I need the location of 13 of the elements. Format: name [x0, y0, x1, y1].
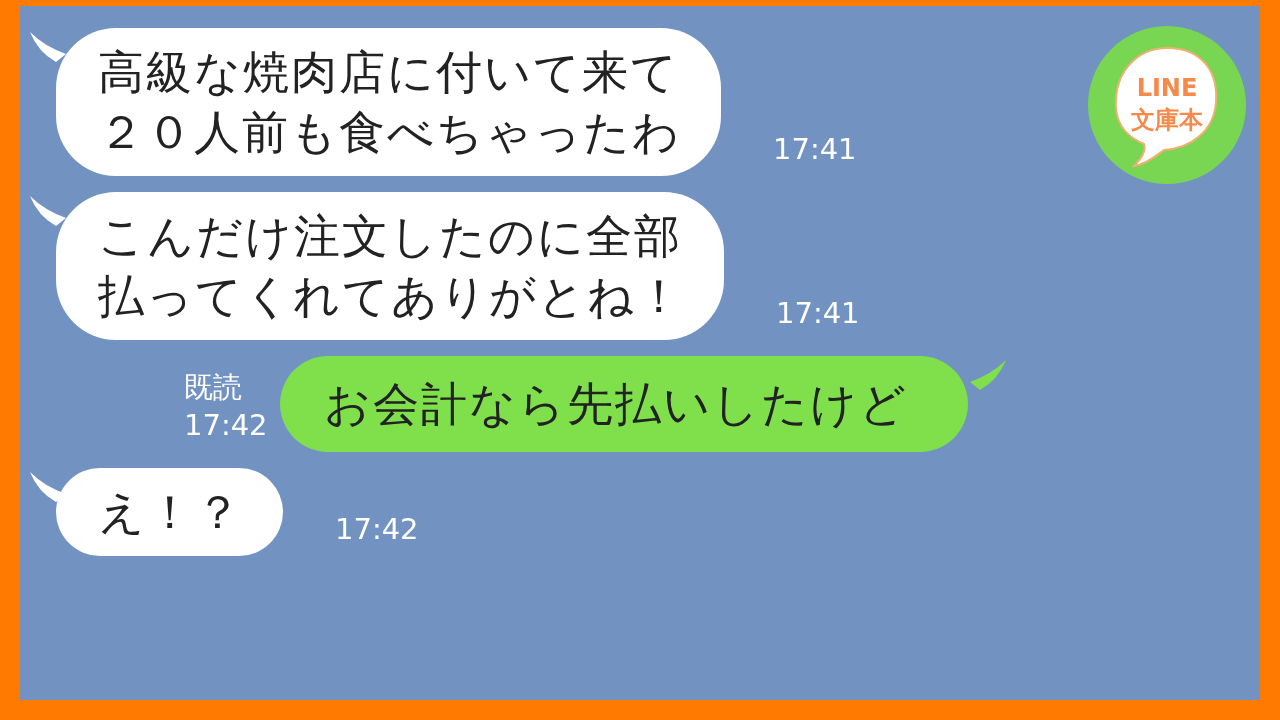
bubble-tail	[30, 196, 66, 226]
channel-logo: LINE 文庫本	[1086, 24, 1248, 186]
bubble-tail	[30, 32, 66, 62]
received-message-bubble: 高級な焼肉店に付いて来て ２０人前も食べちゃったわ	[56, 28, 721, 176]
bubble-tail	[969, 360, 1006, 390]
read-receipt: 既読	[184, 369, 242, 406]
received-message-bubble: こんだけ注文したのに全部 払ってくれてありがとね！	[56, 192, 724, 340]
received-message-bubble: え！？	[56, 468, 283, 556]
message-time: 17:41	[773, 132, 857, 166]
sent-message-bubble: お会計なら先払いしたけど	[279, 356, 968, 452]
message-time: 17:42	[184, 407, 268, 444]
message-time: 17:41	[776, 296, 860, 330]
message-time: 17:42	[335, 512, 419, 546]
